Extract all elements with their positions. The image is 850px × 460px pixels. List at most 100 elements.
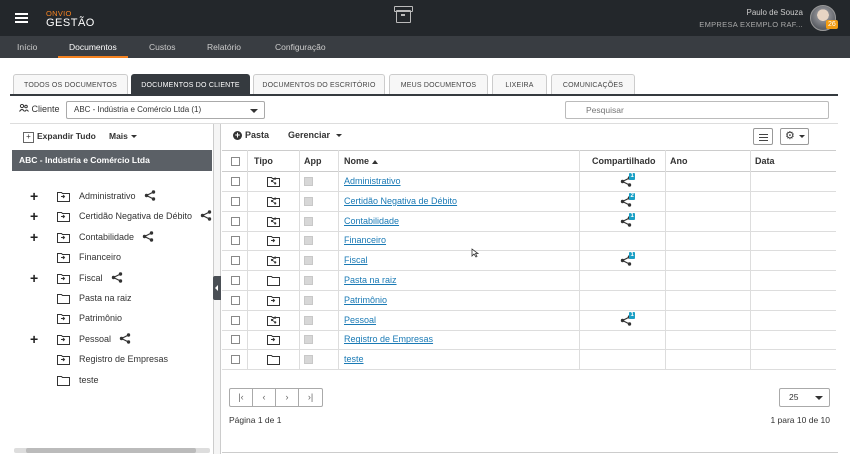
manage-menu[interactable]: Gerenciar [288,130,343,140]
tree-node[interactable]: Registro de Empresas [30,351,215,367]
shared-indicator[interactable]: 1 [620,173,636,190]
tree-node-label[interactable]: Financeiro [79,249,121,265]
expand-icon[interactable]: + [30,188,38,204]
shared-indicator[interactable]: 1 [620,252,636,269]
tree-node-label[interactable]: Pasta na raiz [79,290,132,306]
row-checkbox[interactable] [231,196,240,206]
tree-share-wrap[interactable] [200,210,212,226]
table-row[interactable]: Administrativo 1 [222,172,836,192]
table-row[interactable]: teste [222,350,836,371]
shared-indicator[interactable]: 2 [620,192,636,210]
tree-client-header[interactable]: ABC - Indústria e Comércio Ltda [12,150,212,171]
tree-node[interactable]: + Pessoal [30,331,215,347]
row-name-link[interactable]: Administrativo [344,176,401,186]
prev-page-button[interactable]: ‹ [253,389,276,406]
col-nome[interactable]: Nome [344,156,378,166]
tree-share-wrap[interactable] [119,333,131,349]
col-ano[interactable]: Ano [670,156,688,166]
row-checkbox[interactable] [231,216,240,226]
nav-configuracao[interactable]: Configuração [275,42,326,52]
col-data[interactable]: Data [755,156,775,166]
page-size-select[interactable]: 25 [779,388,830,407]
row-checkbox[interactable] [231,256,240,266]
share-icon[interactable] [119,333,131,344]
row-name-link[interactable]: Patrimônio [344,295,387,305]
tab-lixeira[interactable]: LIXEIRA [492,74,547,95]
list-view-button[interactable] [753,128,773,145]
tree-node[interactable]: + Certidão Negativa de Débito [30,208,215,224]
expand-icon[interactable]: + [30,229,38,245]
table-row[interactable]: Registro de Empresas [222,330,836,351]
row-checkbox[interactable] [231,355,240,365]
row-checkbox[interactable] [231,177,240,186]
table-row[interactable]: Pessoal 1 [222,311,836,331]
tree-share-wrap[interactable] [144,190,156,206]
table-row[interactable]: Financeiro [222,231,836,252]
tree-share-wrap[interactable] [111,271,123,288]
first-page-button[interactable]: |‹ [230,389,253,406]
tree-node[interactable]: + Fiscal [30,270,215,286]
shared-indicator[interactable]: 1 [620,212,636,230]
menu-icon[interactable] [15,13,28,23]
settings-button[interactable]: ⚙ [780,128,809,145]
table-row[interactable]: Contabilidade 1 [222,212,836,232]
tree-node-label[interactable]: Contabilidade [79,229,134,245]
table-row[interactable]: Fiscal 1 [222,251,836,272]
client-select[interactable]: ABC - Indústria e Comércio Ltda (1) [66,101,265,119]
row-name-link[interactable]: teste [344,354,364,364]
tree-node-label[interactable]: Registro de Empresas [79,351,168,367]
share-icon[interactable] [200,210,212,222]
horizontal-scrollbar[interactable] [14,448,210,453]
table-row[interactable]: Pasta na raiz [222,271,836,291]
tree-node[interactable]: + Administrativo [30,188,215,204]
expand-all-button[interactable]: Expandir Tudo [23,131,96,143]
row-name-link[interactable]: Financeiro [344,235,386,245]
row-checkbox[interactable] [231,295,240,305]
row-name-link[interactable]: Pasta na raiz [344,275,397,285]
tree-node-label[interactable]: Pessoal [79,331,111,347]
user-name[interactable]: Paulo de Souza [747,8,804,17]
nav-custos[interactable]: Custos [149,42,175,52]
row-checkbox[interactable] [231,335,240,345]
col-tipo[interactable]: Tipo [254,156,273,166]
tree-share-wrap[interactable] [142,231,154,247]
share-icon[interactable] [111,271,123,283]
row-checkbox[interactable] [231,315,240,325]
nav-relatorio[interactable]: Relatório [207,42,241,52]
last-page-button[interactable]: ›| [299,389,322,406]
row-checkbox[interactable] [231,236,240,246]
tab-todos-documentos[interactable]: TODOS OS DOCUMENTOS [13,74,128,95]
row-name-link[interactable]: Pessoal [344,315,376,325]
nav-documentos[interactable]: Documentos [69,42,117,52]
tree-node-label[interactable]: Administrativo [79,188,136,204]
share-icon[interactable] [142,231,154,242]
next-page-button[interactable]: › [276,389,299,406]
row-name-link[interactable]: Certidão Negativa de Débito [344,196,457,206]
tab-meus-documentos[interactable]: MEUS DOCUMENTOS [389,74,488,95]
tab-documentos-escritorio[interactable]: DOCUMENTOS DO ESCRITÓRIO [253,74,385,95]
tab-documentos-cliente[interactable]: DOCUMENTOS DO CLIENTE [131,74,250,95]
tree-node[interactable]: Pasta na raiz [30,290,215,306]
expand-icon[interactable]: + [30,270,38,286]
expand-icon[interactable]: + [30,208,38,224]
table-row[interactable]: Certidão Negativa de Débito 2 [222,192,836,212]
row-name-link[interactable]: Fiscal [344,255,368,265]
table-row[interactable]: Patrimônio [222,291,836,311]
collapse-pane-handle[interactable] [213,276,221,300]
row-name-link[interactable]: Registro de Empresas [344,334,433,344]
col-compartilhado[interactable]: Compartilhado [592,156,656,166]
row-checkbox[interactable] [231,276,240,285]
share-icon[interactable] [144,190,156,201]
tree-node[interactable]: teste [30,372,215,388]
tree-node-label[interactable]: teste [79,372,99,388]
tree-node[interactable]: Financeiro [30,249,215,265]
col-app[interactable]: App [304,156,322,166]
row-name-link[interactable]: Contabilidade [344,216,399,226]
tree-node-label[interactable]: Fiscal [79,270,103,286]
more-button[interactable]: Mais [109,131,137,141]
tree-node[interactable]: + Contabilidade [30,229,215,245]
tab-comunicacoes[interactable]: COMUNICAÇÕES [551,74,635,95]
tree-node-label[interactable]: Certidão Negativa de Débito [79,208,192,224]
tree-node-label[interactable]: Patrimônio [79,310,122,326]
select-all-checkbox[interactable] [231,157,240,166]
